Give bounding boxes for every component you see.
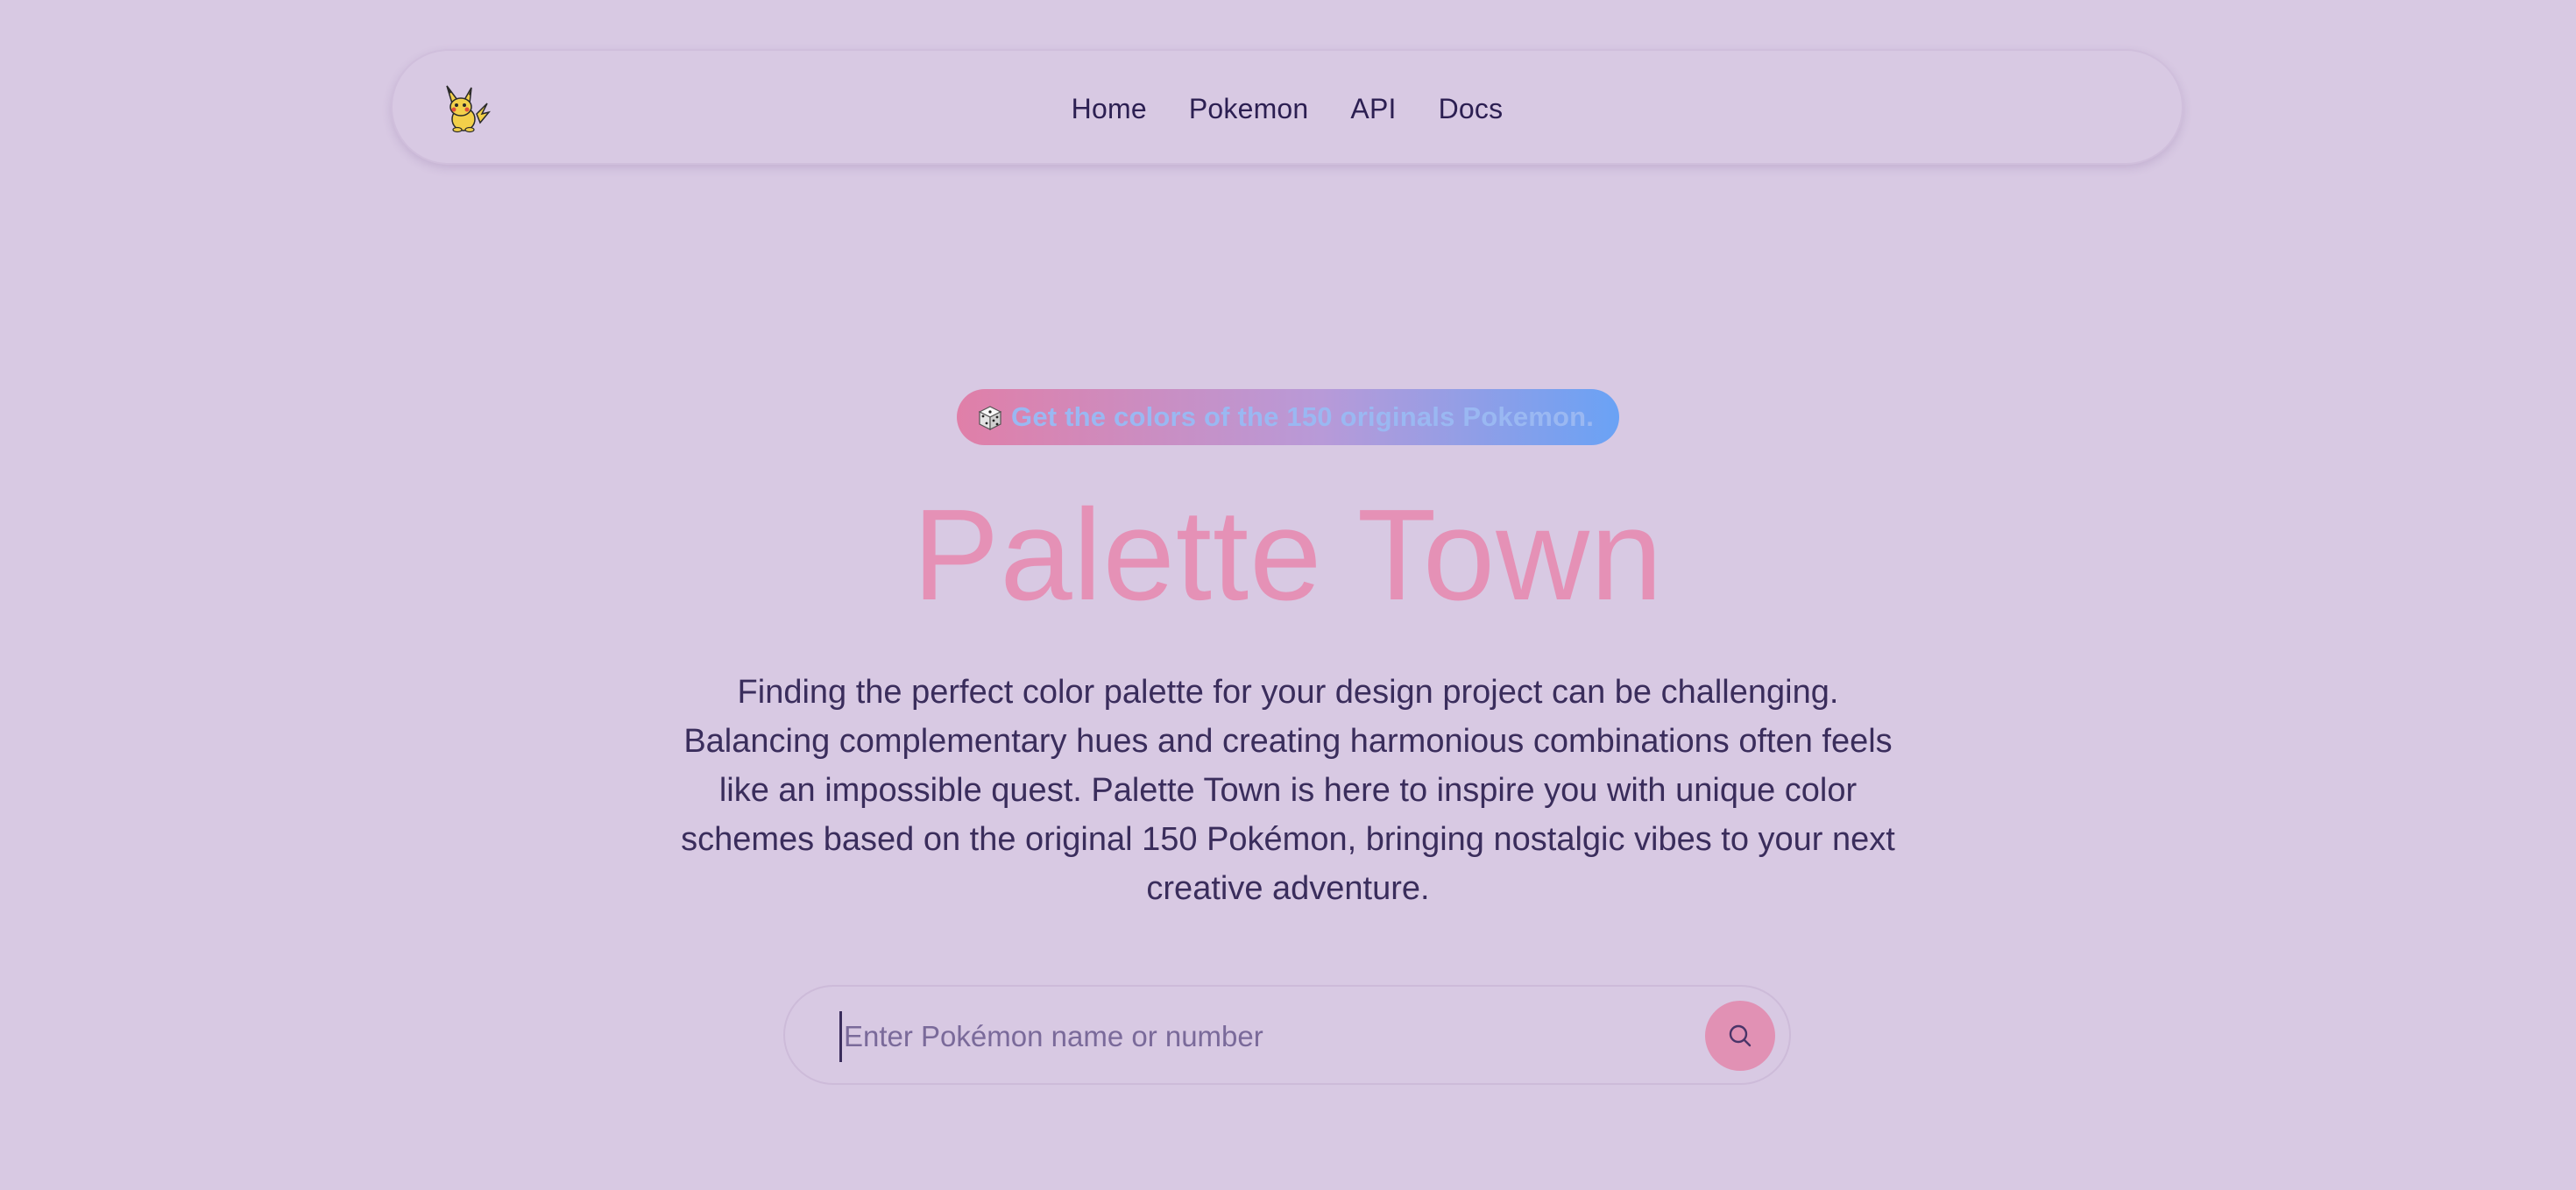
- hero-description: Finding the perfect color palette for yo…: [681, 674, 1895, 907]
- nav-links: Home Pokemon API Docs: [393, 51, 2182, 166]
- navbar: Home Pokemon API Docs: [391, 49, 2183, 165]
- search-bar: [783, 985, 1791, 1085]
- search-button[interactable]: [1705, 1001, 1775, 1071]
- nav-link-api[interactable]: API: [1350, 93, 1396, 125]
- nav-link-docs[interactable]: Docs: [1439, 93, 1504, 125]
- page-title: Palette Town: [912, 483, 1664, 627]
- search-input[interactable]: [839, 1011, 1593, 1062]
- search-icon: [1729, 1024, 1752, 1047]
- dice-icon: [978, 406, 1002, 430]
- nav-link-home[interactable]: Home: [1072, 93, 1147, 125]
- badge-text: Get the colors of the 150 originals Poke…: [1011, 401, 1595, 432]
- random-pokemon-badge[interactable]: Get the colors of the 150 originals Poke…: [957, 389, 1619, 445]
- nav-link-pokemon[interactable]: Pokemon: [1189, 93, 1309, 125]
- page: Home Pokemon API Docs Get the colors of …: [0, 0, 2576, 1190]
